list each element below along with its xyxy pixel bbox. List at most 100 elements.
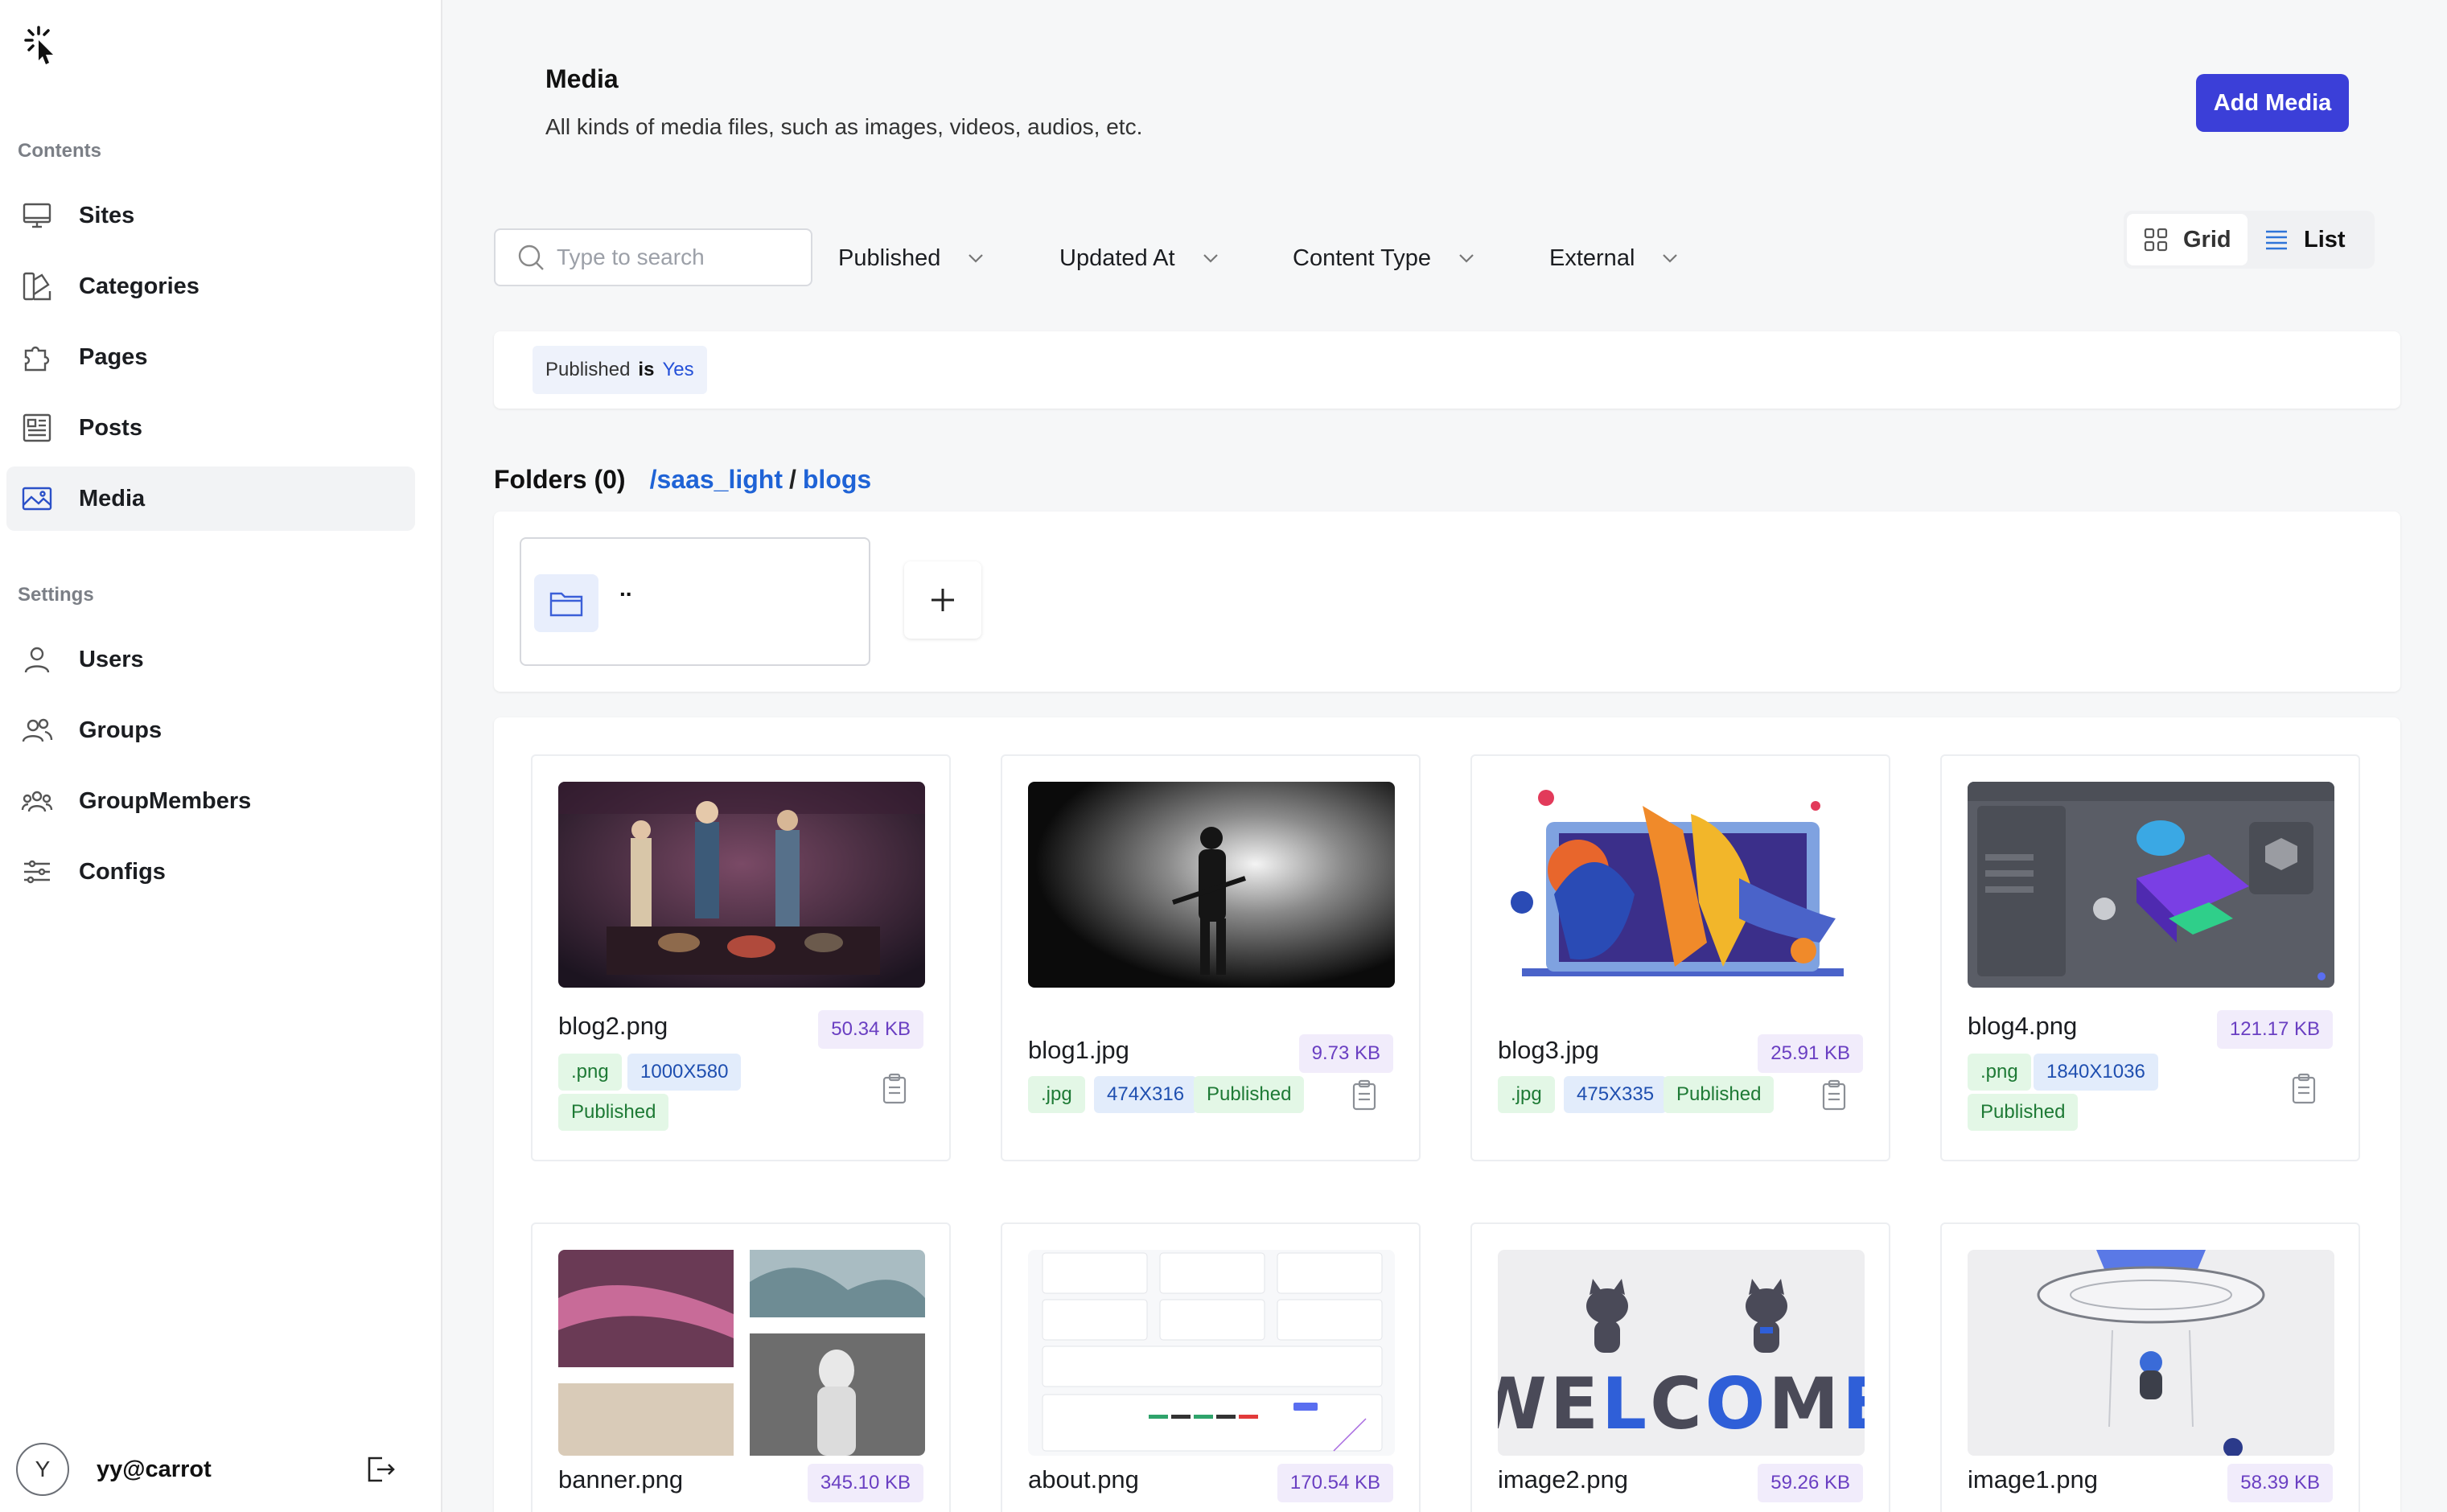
sidebar-item-label: Configs	[79, 858, 166, 885]
newspaper-icon	[19, 410, 55, 446]
active-filters-bar: Published is Yes	[494, 331, 2400, 409]
breadcrumb-separator: /	[788, 465, 796, 494]
user-group-icon	[19, 783, 55, 819]
search-icon	[518, 244, 544, 270]
swatch-icon	[19, 269, 55, 304]
clipboard-icon[interactable]	[1350, 1079, 1379, 1111]
filter-external[interactable]: External	[1549, 238, 1680, 278]
filter-content-type[interactable]: Content Type	[1293, 238, 1476, 278]
app-logo-icon[interactable]	[21, 24, 66, 69]
image-icon	[19, 481, 55, 516]
chevron-down-icon	[1203, 254, 1218, 263]
clipboard-icon[interactable]	[1820, 1079, 1849, 1111]
search-input[interactable]	[557, 244, 798, 270]
sidebar-item-label: Groups	[79, 717, 162, 743]
media-dimensions-tag: 1840X1036	[2034, 1054, 2158, 1091]
media-card[interactable]: blog1.jpg 9.73 KB .jpg 474X316 Published	[1001, 754, 1421, 1161]
media-card[interactable]: blog3.jpg 25.91 KB .jpg 475X335 Publishe…	[1470, 754, 1890, 1161]
filter-label: Published	[838, 244, 941, 271]
grid-view-button[interactable]: Grid	[2127, 214, 2248, 265]
parent-folder[interactable]: ..	[520, 537, 870, 666]
user-profile: Y yy@carrot	[16, 1441, 418, 1498]
media-dimensions-tag: 474X316	[1094, 1076, 1198, 1113]
sidebar-item-label: GroupMembers	[79, 787, 252, 814]
filter-chip-op: is	[638, 359, 655, 380]
sliders-icon	[19, 854, 55, 890]
media-ext-tag: .png	[558, 1054, 622, 1091]
filter-chip[interactable]: Published is Yes	[533, 346, 707, 394]
media-filename: image1.png	[1968, 1465, 2099, 1494]
media-size-badge: 58.39 KB	[2227, 1464, 2333, 1502]
media-thumbnail: WELCOME	[1498, 1250, 1865, 1456]
media-thumbnail	[1028, 1250, 1395, 1456]
avatar[interactable]: Y	[16, 1443, 69, 1496]
media-thumbnail	[1028, 782, 1395, 988]
media-size-badge: 9.73 KB	[1298, 1034, 1393, 1073]
chevron-down-icon	[969, 254, 984, 263]
users-icon	[19, 713, 55, 748]
media-card[interactable]: image1.png 58.39 KB	[1940, 1222, 2360, 1512]
filter-label: Updated At	[1059, 244, 1175, 271]
sidebar-item-groups[interactable]: Groups	[6, 698, 415, 762]
media-thumbnail	[1968, 1250, 2334, 1456]
media-status-tag: Published	[1664, 1076, 1775, 1113]
sidebar-item-users[interactable]: Users	[6, 627, 415, 692]
plus-icon	[932, 589, 954, 611]
media-status-tag: Published	[558, 1094, 669, 1131]
sidebar-item-groupmembers[interactable]: GroupMembers	[6, 769, 415, 833]
media-filename: blog2.png	[558, 1012, 668, 1040]
chevron-down-icon	[1663, 254, 1678, 263]
grid-view-label: Grid	[2183, 226, 2231, 253]
media-card[interactable]: WELCOME image2.png 59.26 KB	[1470, 1222, 1890, 1512]
media-size-badge: 170.54 KB	[1277, 1464, 1393, 1502]
sidebar-item-configs[interactable]: Configs	[6, 840, 415, 904]
media-thumbnail	[558, 1250, 925, 1456]
media-card[interactable]: blog2.png 50.34 KB .png 1000X580 Publish…	[531, 754, 951, 1161]
contents-section-label: Contents	[18, 140, 101, 162]
sidebar-item-label: Users	[79, 646, 144, 672]
media-status-tag: Published	[1968, 1094, 2079, 1131]
filter-updated-at[interactable]: Updated At	[1059, 238, 1220, 278]
media-filename: blog3.jpg	[1498, 1036, 1599, 1064]
add-media-button[interactable]: Add Media	[2196, 74, 2349, 132]
page-description: All kinds of media files, such as images…	[545, 114, 1143, 139]
sidebar-item-label: Pages	[79, 343, 148, 370]
sidebar-item-pages[interactable]: Pages	[6, 325, 415, 389]
media-card[interactable]: banner.png 345.10 KB	[531, 1222, 951, 1512]
search-box	[494, 228, 812, 286]
sidebar-item-categories[interactable]: Categories	[6, 254, 415, 318]
filter-label: Content Type	[1293, 244, 1431, 271]
clipboard-icon[interactable]	[880, 1073, 909, 1105]
media-filename: banner.png	[558, 1465, 684, 1494]
media-card[interactable]: blog4.png 121.17 KB .png 1840X1036 Publi…	[1940, 754, 2360, 1161]
list-view-button[interactable]: List	[2248, 214, 2362, 265]
breadcrumb-root[interactable]: /saas_light	[650, 465, 783, 495]
page-title: Media	[545, 64, 619, 93]
sidebar-item-sites[interactable]: Sites	[6, 183, 415, 248]
logout-icon[interactable]	[360, 1449, 401, 1489]
media-thumbnail	[558, 782, 925, 988]
folder-panel: ..	[494, 512, 2400, 692]
puzzle-icon	[19, 339, 55, 375]
media-status-tag: Published	[1194, 1076, 1305, 1113]
username: yy@carrot	[97, 1456, 212, 1482]
files-panel: blog2.png 50.34 KB .png 1000X580 Publish…	[494, 717, 2400, 1512]
folders-header: Folders (0) /saas_light / blogs	[494, 465, 871, 495]
media-size-badge: 121.17 KB	[2216, 1010, 2333, 1049]
sidebar-item-posts[interactable]: Posts	[6, 396, 415, 460]
media-ext-tag: .jpg	[1498, 1076, 1555, 1113]
sidebar: Contents Sites Categories Pages Posts Me…	[0, 0, 442, 1512]
list-icon	[2266, 230, 2287, 250]
media-size-badge: 25.91 KB	[1758, 1034, 1863, 1073]
filter-label: External	[1549, 244, 1635, 271]
media-size-badge: 59.26 KB	[1758, 1464, 1863, 1502]
sidebar-item-media[interactable]: Media	[6, 466, 415, 531]
breadcrumb-current[interactable]: blogs	[803, 465, 871, 495]
media-card[interactable]: about.png 170.54 KB	[1001, 1222, 1421, 1512]
filter-published[interactable]: Published	[838, 238, 985, 278]
settings-section-label: Settings	[18, 584, 94, 606]
user-icon	[19, 642, 55, 677]
media-filename: blog1.jpg	[1028, 1036, 1129, 1064]
clipboard-icon[interactable]	[2289, 1073, 2318, 1105]
add-folder-button[interactable]	[904, 561, 981, 639]
